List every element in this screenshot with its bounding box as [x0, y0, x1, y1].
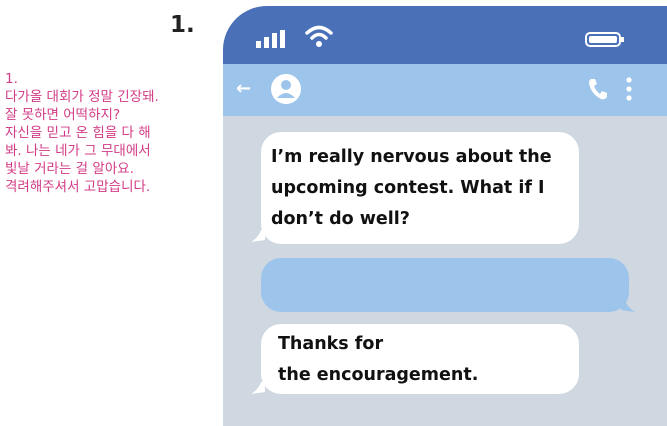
- question-number: 1.: [170, 12, 195, 38]
- avatar-icon[interactable]: [270, 73, 302, 105]
- bubble-tail: [621, 300, 635, 312]
- status-bar: [223, 6, 667, 64]
- chat-app-bar: ←: [223, 64, 667, 116]
- bubble-tail: [251, 382, 265, 394]
- bubble-tail: [251, 230, 265, 242]
- phone-frame: ← I’m really nervous about the upcoming …: [223, 6, 667, 426]
- phone-call-icon[interactable]: [587, 77, 609, 101]
- battery-icon: [585, 32, 624, 47]
- wifi-icon: [305, 25, 333, 47]
- message-bubble-reply-blank: [261, 258, 629, 312]
- chat-area: I’m really nervous about the upcoming co…: [223, 116, 667, 426]
- message-bubble-incoming: Thanks for the encouragement.: [261, 324, 579, 394]
- signal-bars-icon: [256, 30, 285, 48]
- korean-notes: 1. 다가올 대회가 정말 긴장돼. 잘 못하면 어떡하지? 자신을 믿고 온 …: [5, 71, 159, 195]
- more-vert-icon[interactable]: [625, 76, 633, 102]
- back-arrow-icon[interactable]: ←: [236, 78, 251, 99]
- message-bubble-incoming: I’m really nervous about the upcoming co…: [261, 132, 579, 244]
